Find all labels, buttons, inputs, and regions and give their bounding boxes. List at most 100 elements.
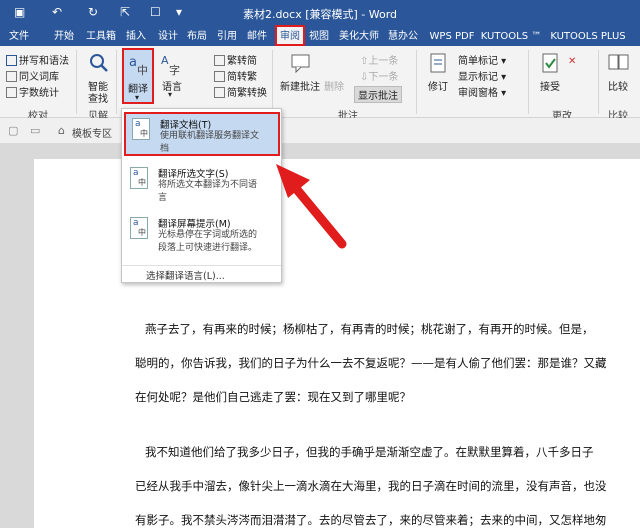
dropdown-item-0[interactable]: a 中翻译文档(T) 使用联机翻译服务翻译文档 <box>124 112 280 156</box>
translate-icon: a 中 <box>129 55 148 77</box>
divider <box>122 265 281 266</box>
tab-10[interactable]: 美化大师 <box>337 29 381 44</box>
svg-text:字: 字 <box>169 63 180 76</box>
tab-7[interactable]: 邮件 <box>245 29 269 44</box>
divider <box>76 50 77 114</box>
show-comments-button[interactable]: 显示批注 <box>354 86 402 103</box>
prev-comment-button[interactable]: ⇧上一条 <box>360 52 398 67</box>
choose-translation-language[interactable]: 选择翻译语言(L)... <box>146 268 225 282</box>
translate-button[interactable]: a 中 翻译 ▾ <box>122 48 154 104</box>
thesaurus-button[interactable]: 同义词库 <box>6 68 59 83</box>
track-changes-icon[interactable] <box>428 52 450 74</box>
title-bar: ▣ ↶ ↻ ⇱ ☐ ▾ 素材2.docx [兼容模式] - Word <box>0 0 640 26</box>
divider <box>416 50 417 114</box>
translate-icon: a中 <box>132 118 150 140</box>
accept-icon[interactable] <box>540 52 562 74</box>
svg-text:A: A <box>161 54 169 67</box>
dropdown-item-title: 翻译所选文字(S) <box>158 169 229 180</box>
tab-9[interactable]: 视图 <box>307 29 331 44</box>
home-icon[interactable]: ⌂ <box>58 124 65 137</box>
dropdown-item-1[interactable]: a 中翻译所选文字(S) 将所选文本翻译为不同语言 <box>124 163 280 209</box>
word-count-label: 字数统计 <box>19 88 59 99</box>
document-line: 已经从我手中溜去，像针尖上一滴水滴在大海里，我的日子滴在时间的流里，没有声音，也… <box>135 479 607 493</box>
smart-lookup-label-2: 查找 <box>88 94 108 105</box>
document-tabs-bar: ▢ ▭ ⌂ 模板专区 <box>0 118 640 144</box>
divider <box>272 50 273 114</box>
tab-12[interactable]: WPS PDF <box>426 29 478 44</box>
chevron-down-icon: ▾ <box>135 93 140 102</box>
dropdown-item-desc: 档 <box>160 144 170 154</box>
tab-11[interactable]: 慧办公 <box>386 29 420 44</box>
markup-select[interactable]: 简单标记 ▾ <box>458 52 506 67</box>
divider <box>116 50 117 114</box>
dropdown-item-desc: 言 <box>158 193 168 203</box>
spelling-icon <box>6 55 17 66</box>
document-line: 在何处呢？是他们自己逃走了罢：现在又到了哪里呢？ <box>135 390 411 404</box>
ribbon: 拼写和语法 同义词库 字数统计 校对 智能 查找 见解 a 中 翻译 ▾ A字 … <box>0 46 640 122</box>
tab-1[interactable]: 开始 <box>50 29 78 44</box>
tab-0[interactable]: 文件 <box>4 29 34 44</box>
dropdown-item-desc: 段落上可快速进行翻译。 <box>158 243 258 253</box>
chevron-down-icon: ▾ <box>168 90 173 99</box>
language-icon[interactable]: A字 <box>160 52 184 77</box>
chinese-convert-icon <box>214 87 225 98</box>
chinese-convert-label: 简繁转换 <box>227 88 267 99</box>
trad-to-simp-button[interactable]: 繁转简 <box>214 52 257 67</box>
tab-4[interactable]: 设计 <box>156 29 180 44</box>
tab-2[interactable]: 工具箱 <box>84 29 118 44</box>
document-line: 有影子。我不禁头涔涔而泪潸潸了。去的尽管去了，来的尽管来着；去来的中间，又怎样地… <box>135 513 607 527</box>
simp-to-trad-button[interactable]: 简转繁 <box>214 68 257 83</box>
accept-label[interactable]: 接受 <box>540 78 560 93</box>
translate-icon: a中 <box>130 217 148 239</box>
svg-text:中: 中 <box>137 64 148 77</box>
chinese-convert-button[interactable]: 简繁转换 <box>214 84 267 99</box>
track-changes-label[interactable]: 修订 <box>428 78 448 93</box>
window-title: 素材2.docx [兼容模式] - Word <box>242 8 398 21</box>
svg-text:a: a <box>129 55 137 70</box>
spelling-label: 拼写和语法 <box>19 56 69 67</box>
word-count-button[interactable]: 字数统计 <box>6 84 59 99</box>
trad-to-simp-icon <box>214 55 225 66</box>
compare-icon[interactable] <box>608 52 630 74</box>
folder-icon[interactable]: ▭ <box>30 124 40 137</box>
document-line: 我不知道他们给了我多少日子，但我的手确乎是渐渐空虚了。在默默里算着，八千多日子 <box>145 445 594 459</box>
trad-to-simp-label: 繁转简 <box>227 56 257 67</box>
spelling-grammar-button[interactable]: 拼写和语法 <box>6 52 69 67</box>
translate-dropdown: a 中翻译文档(T) 使用联机翻译服务翻译文档 a 中翻译所选文字(S) 将所选文本翻译为… <box>121 108 282 283</box>
new-comment-icon[interactable] <box>290 52 312 74</box>
divider <box>598 50 599 114</box>
dropdown-item-2[interactable]: a 中翻译屏幕提示(M) 光标悬停在字词或所选的 段落上可快速进行翻译。 <box>124 213 280 259</box>
dropdown-item-desc: 光标悬停在字词或所选的 <box>158 230 258 240</box>
delete-comment-button[interactable]: 删除 <box>324 78 344 93</box>
template-zone-tab[interactable]: 模板专区 <box>72 125 112 140</box>
dropdown-item-desc: 使用联机翻译服务翻译文 <box>160 131 260 141</box>
review-pane-button[interactable]: 审阅窗格 ▾ <box>458 84 506 99</box>
tab-5[interactable]: 布局 <box>185 29 209 44</box>
tab-14[interactable]: KUTOOLS PLUS <box>546 29 630 44</box>
document-line: 燕子去了，有再来的时候；杨柳枯了，有再青的时候；桃花谢了，有再开的时候。但是， <box>145 322 594 336</box>
dropdown-item-title: 翻译文档(T) <box>160 120 212 131</box>
divider <box>528 50 529 114</box>
reject-icon[interactable]: ✕ <box>568 56 576 67</box>
tab-highlight-box <box>275 25 305 46</box>
smart-lookup-icon[interactable] <box>88 52 110 74</box>
document-icon[interactable]: ▢ <box>8 124 18 137</box>
simp-to-trad-icon <box>214 71 225 82</box>
tab-6[interactable]: 引用 <box>215 29 239 44</box>
dropdown-item-title: 翻译屏幕提示(M) <box>158 219 231 230</box>
tab-3[interactable]: 插入 <box>124 29 148 44</box>
dropdown-item-desc: 将所选文本翻译为不同语 <box>158 180 258 190</box>
document-line: 聪明的，你告诉我，我们的日子为什么一去不复返呢？——是有人偷了他们罢：那是谁？又… <box>135 356 607 370</box>
thesaurus-icon <box>6 71 17 82</box>
annotation-arrow <box>276 164 347 249</box>
thesaurus-label: 同义词库 <box>19 72 59 83</box>
compare-label[interactable]: 比较 <box>608 78 628 93</box>
ribbon-tabs: 文件 开始 工具箱 插入 设计 布局 引用 邮件 审阅 视图 美化大师 慧办公 WPS PDF KUTOO… <box>0 26 640 46</box>
word-count-icon <box>6 87 17 98</box>
show-markup-button[interactable]: 显示标记 ▾ <box>458 68 506 83</box>
translate-icon: a中 <box>130 167 148 189</box>
new-comment-label: 新建批注 <box>280 82 320 93</box>
tab-13[interactable]: KUTOOLS ™ <box>480 29 542 44</box>
simp-to-trad-label: 简转繁 <box>227 72 257 83</box>
next-comment-button[interactable]: ⇩下一条 <box>360 68 398 83</box>
